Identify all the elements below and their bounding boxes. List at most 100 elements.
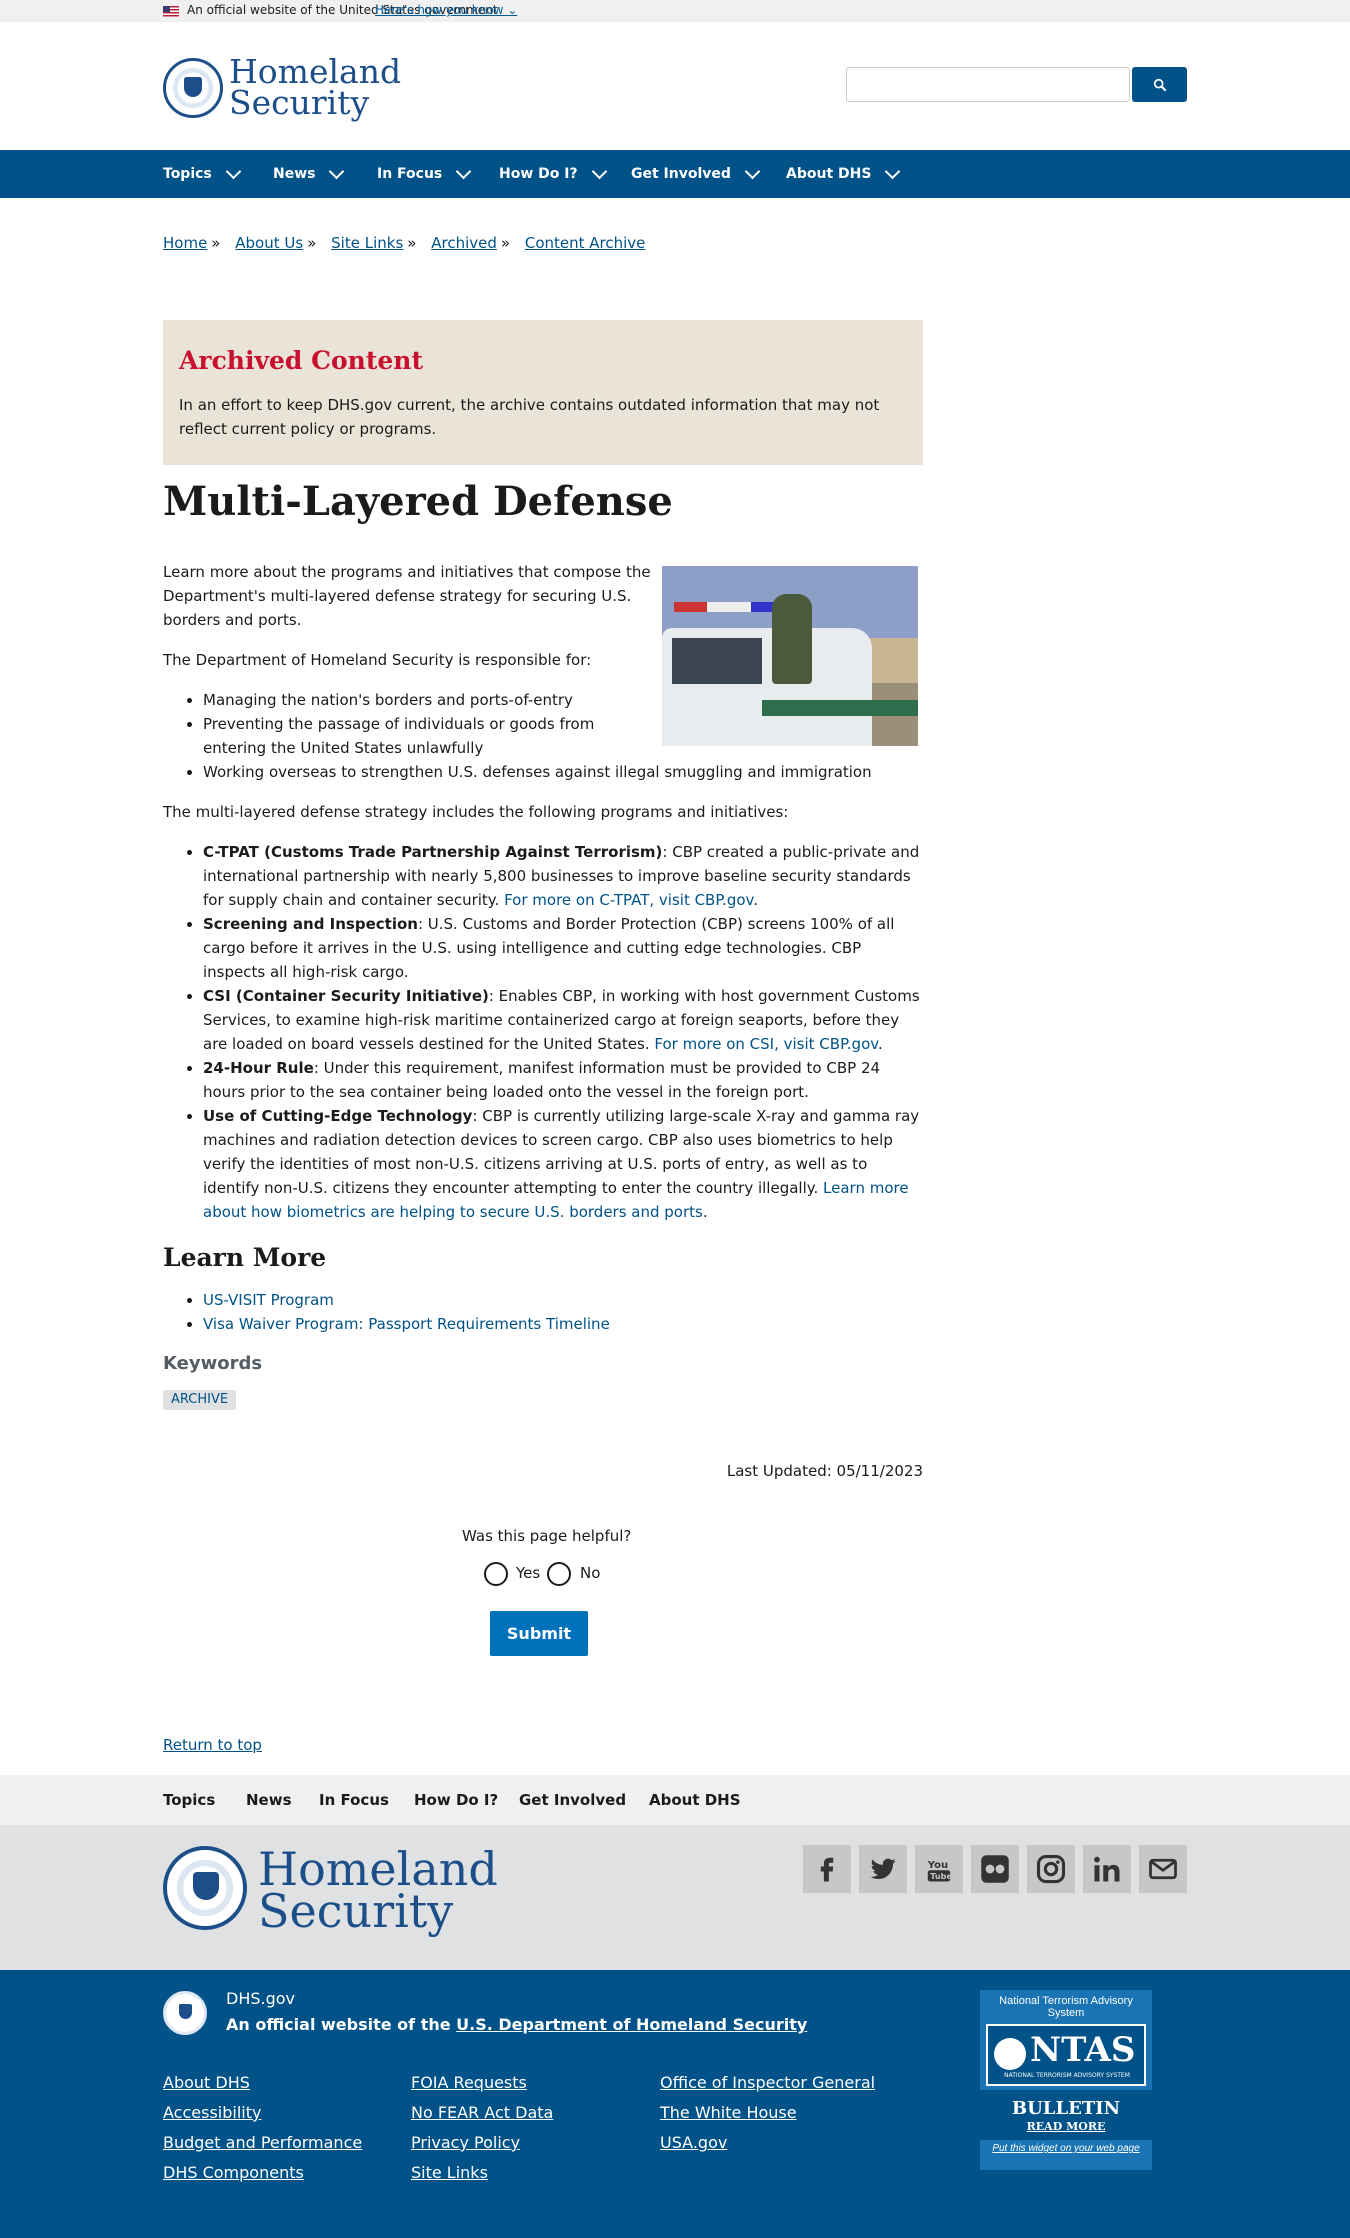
ntas-subtitle: NATIONAL TERRORISM ADVISORY SYSTEM <box>1004 2072 1130 2079</box>
footer-link-budget[interactable]: Budget and Performance <box>163 2133 362 2152</box>
program-after: . <box>753 891 759 909</box>
footer-link-foia[interactable]: FOIA Requests <box>411 2073 527 2092</box>
footer-link-about-dhs[interactable]: About DHS <box>163 2073 250 2092</box>
footer-link-white-house[interactable]: The White House <box>660 2103 797 2122</box>
list-item: Use of Cutting-Edge Technology: CBP is c… <box>203 1104 923 1224</box>
chevron-down-icon <box>591 163 607 179</box>
nav-label: Topics <box>163 166 212 182</box>
linkedin-glyph <box>1094 1856 1120 1882</box>
email-icon[interactable] <box>1139 1845 1187 1893</box>
breadcrumb-content-archive[interactable]: Content Archive <box>525 234 646 252</box>
list-item: Preventing the passage of individuals or… <box>203 712 653 760</box>
ntas-read-more[interactable]: READ MORE <box>980 2120 1152 2133</box>
footer-link-components[interactable]: DHS Components <box>163 2163 304 2182</box>
us-visit-link[interactable]: US-VISIT Program <box>203 1291 334 1309</box>
breadcrumb-archived[interactable]: Archived <box>431 234 497 252</box>
nav-topics[interactable]: Topics <box>163 150 242 198</box>
breadcrumb-home[interactable]: Home <box>163 234 207 252</box>
page-title: Multi-Layered Defense <box>163 478 673 525</box>
ntas-widget[interactable]: National Terrorism Advisory System NTAS … <box>980 1990 1152 2170</box>
program-after: . <box>877 1035 883 1053</box>
dhs-seal-icon[interactable] <box>163 58 223 118</box>
footer-nav-topics[interactable]: Topics <box>163 1791 215 1809</box>
footer-logo[interactable]: Homeland Security <box>258 1846 498 1938</box>
list-item: US-VISIT Program <box>203 1288 923 1312</box>
main-content: Learn more about the programs and initia… <box>163 560 923 1410</box>
archived-notice: Archived Content In an effort to keep DH… <box>163 320 923 465</box>
visa-waiver-link[interactable]: Visa Waiver Program: Passport Requiremen… <box>203 1315 610 1333</box>
footer-link-usa-gov[interactable]: USA.gov <box>660 2133 727 2152</box>
dhs-seal-icon[interactable] <box>163 1846 247 1930</box>
breadcrumb-separator: » <box>211 234 221 252</box>
nav-label: In Focus <box>377 166 443 182</box>
program-name: C-TPAT (Customs Trade Partnership Agains… <box>203 843 663 861</box>
return-to-top-link[interactable]: Return to top <box>163 1736 262 1754</box>
csi-link[interactable]: For more on CSI, visit CBP.gov <box>654 1035 878 1053</box>
program-name: Use of Cutting-Edge Technology <box>203 1107 473 1125</box>
flickr-icon[interactable] <box>971 1845 1019 1893</box>
program-name: 24-Hour Rule <box>203 1059 314 1077</box>
yes-radio[interactable] <box>484 1562 508 1586</box>
yes-label: Yes <box>516 1564 541 1582</box>
search-input[interactable] <box>846 67 1130 102</box>
footer-nav-get-involved[interactable]: Get Involved <box>519 1791 626 1809</box>
footer-link-privacy[interactable]: Privacy Policy <box>411 2133 520 2152</box>
no-label: No <box>580 1564 601 1582</box>
us-flag-icon <box>163 6 179 17</box>
youtube-icon[interactable]: You Tube <box>915 1845 963 1893</box>
programs-list: C-TPAT (Customs Trade Partnership Agains… <box>203 840 923 1224</box>
footer-logo-line2: Security <box>258 1884 454 1938</box>
footer-link-no-fear[interactable]: No FEAR Act Data <box>411 2103 553 2122</box>
nav-in-focus[interactable]: In Focus <box>377 150 472 198</box>
nav-get-involved[interactable]: Get Involved <box>631 150 761 198</box>
twitter-glyph <box>870 1858 896 1880</box>
footer-nav-in-focus[interactable]: In Focus <box>319 1791 389 1809</box>
breadcrumb-site-links[interactable]: Site Links <box>331 234 403 252</box>
gov-banner: An official website of the United States… <box>0 0 1350 22</box>
breadcrumb-separator: » <box>500 234 511 252</box>
linkedin-icon[interactable] <box>1083 1845 1131 1893</box>
breadcrumb-about-us[interactable]: About Us <box>235 234 303 252</box>
ctpat-link[interactable]: For more on C-TPAT, visit CBP.gov <box>504 891 753 909</box>
ntas-bulletin: BULLETIN <box>1011 2098 1121 2119</box>
nav-how-do-i[interactable]: How Do I? <box>499 150 607 198</box>
footer-link-site-links[interactable]: Site Links <box>411 2163 488 2182</box>
flickr-glyph <box>981 1855 1009 1883</box>
facebook-icon[interactable] <box>803 1845 851 1893</box>
program-name: Screening and Inspection <box>203 915 418 933</box>
search-button[interactable] <box>1132 67 1187 102</box>
breadcrumb: Home» About Us» Site Links» Archived» Co… <box>163 234 645 252</box>
logo-line2: Security <box>229 83 370 122</box>
footer-nav-news[interactable]: News <box>246 1791 292 1809</box>
twitter-icon[interactable] <box>859 1845 907 1893</box>
submit-button[interactable]: Submit <box>490 1611 588 1656</box>
youtube-glyph: YouTube <box>927 1860 952 1882</box>
facebook-glyph <box>820 1857 834 1882</box>
chevron-down-icon <box>225 163 242 179</box>
instagram-glyph <box>1036 1854 1066 1884</box>
footer-nav-how-do-i[interactable]: How Do I? <box>414 1791 498 1809</box>
program-after: . <box>702 1203 708 1221</box>
dhs-link[interactable]: U.S. Department of Homeland Security <box>456 2015 807 2034</box>
learn-more-list: US-VISIT Program Visa Waiver Program: Pa… <box>203 1288 923 1336</box>
instagram-icon[interactable] <box>1027 1845 1075 1893</box>
keyword-tag[interactable]: ARCHIVE <box>163 1390 237 1410</box>
list-item: Visa Waiver Program: Passport Requiremen… <box>203 1312 923 1336</box>
ntas-widget-link[interactable]: Put this widget on your web page <box>980 2140 1152 2170</box>
footer-link-oig[interactable]: Office of Inspector General <box>660 2073 875 2092</box>
main-nav: Topics News In Focus How Do I? Get Invol… <box>0 150 1350 198</box>
no-radio[interactable] <box>547 1562 571 1586</box>
nav-news[interactable]: News <box>273 150 345 198</box>
footer-link-accessibility[interactable]: Accessibility <box>163 2103 261 2122</box>
nav-label: Get Involved <box>631 166 731 182</box>
how-you-know-link[interactable]: Here’s how you know ⌄ <box>375 3 517 17</box>
responsible-paragraph: The Department of Homeland Security is r… <box>163 651 592 669</box>
list-item: CSI (Container Security Initiative): Ena… <box>203 984 923 1056</box>
responsibilities-list: Managing the nation's borders and ports-… <box>203 688 923 784</box>
program-name: CSI (Container Security Initiative) <box>203 987 489 1005</box>
email-glyph <box>1149 1858 1177 1880</box>
footer-official: An official website of the U.S. Departme… <box>226 2015 807 2034</box>
site-logo[interactable]: Homeland Security <box>229 55 401 122</box>
footer-nav-about-dhs[interactable]: About DHS <box>649 1791 741 1809</box>
nav-about-dhs[interactable]: About DHS <box>786 150 901 198</box>
